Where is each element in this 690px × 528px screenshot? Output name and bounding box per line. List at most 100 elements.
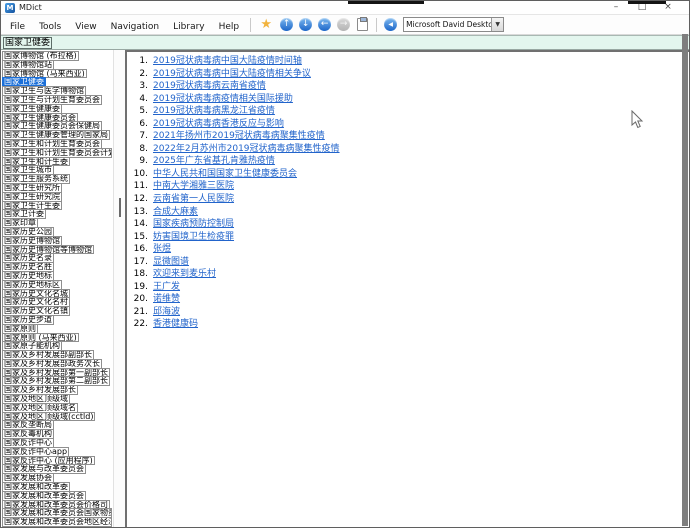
headword-item[interactable]: 国家及地区顶级域名 [2,403,78,413]
result-link[interactable]: 2019冠状病毒病中国大陆疫情时间轴 [153,55,302,68]
headword-item[interactable]: 国家反诈中心app [2,447,69,457]
result-link[interactable]: 王广发 [153,281,180,294]
headword-item[interactable]: 国家历史博物馆等博物馆 [2,245,94,255]
headword-item[interactable]: 国家卫生与计划生育委员会 [2,95,102,105]
body: 国家博物馆 (布拉格)国家博物馆站国家博物馆 (马来西亚)国家卫健委国家卫生与医… [1,50,689,527]
result-link[interactable]: 2019冠状病毒病黑龙江省疫情 [153,105,275,118]
headword-item[interactable]: 国家反诈中心 (应用程序) [2,456,95,466]
headword-item[interactable]: 国家博物馆 (布拉格) [2,51,79,61]
headword-item[interactable]: 国家历史文化名村 [2,297,70,307]
toolbar-separator [250,18,251,32]
headword-item[interactable]: 国家历史博物馆 [2,236,62,246]
headword-item[interactable]: 国家原则 (马来西亚) [2,333,79,343]
result-link[interactable]: 欢迎来到麦乐村 [153,268,216,281]
headword-item[interactable]: 国家及乡村发展部长 [2,385,78,395]
headword-item[interactable]: 国家及乡村发展部第一副部长 [2,368,110,378]
result-link[interactable]: 2021年扬州市2019冠状病毒病聚集性疫情 [153,130,325,143]
headword-item[interactable]: 国家卫生与医学博物馆 [2,86,86,96]
headword-item[interactable]: 国家及乡村发展部第二副部长 [2,376,110,386]
headword-item[interactable]: 国家卫生和计划生育委员会 [2,139,102,149]
headword-item[interactable]: 国家发展和改革委员会经济与国防 [2,526,112,527]
menu-view[interactable]: View [68,22,103,32]
headword-item[interactable]: 国家原则 [2,324,38,334]
nav-forward-icon[interactable]: → [337,18,350,31]
headword-item[interactable]: 国家卫生和计生委 [2,157,70,167]
result-link[interactable]: 邱海波 [153,306,180,319]
result-link[interactable]: 显微图谱 [153,256,189,269]
favorites-star-icon[interactable]: ★ [258,18,274,32]
result-link[interactable]: 中南大学湘雅三医院 [153,180,234,193]
chevron-down-icon[interactable]: ▼ [491,18,503,31]
search-input[interactable]: 国家卫健委 [3,37,52,49]
result-link[interactable]: 2019冠状病毒病中国大陆疫情相关争议 [153,68,311,81]
headword-item[interactable]: 国家历史地标区 [2,280,62,290]
headword-item[interactable]: 国家卫生健康委 [2,104,62,114]
headword-item[interactable]: 国家发展和改革委员会 [2,491,86,501]
headword-item[interactable]: 国家发展与改革委员会 [2,464,86,474]
headword-item[interactable]: 国家卫生城市 [2,165,54,175]
speaker-icon[interactable]: ◀ [384,18,397,31]
menu-file[interactable]: File [3,22,32,32]
result-link[interactable]: 2025年广东省基孔肯雅热疫情 [153,155,275,168]
headword-item[interactable]: 国家历史文化名镇 [2,306,70,316]
headword-item[interactable]: 国家反诈中心 [2,438,54,448]
headword-item[interactable]: 国家博物馆站 [2,60,54,70]
headword-item[interactable]: 国家历史文化名城 [2,289,70,299]
result-link[interactable]: 2019冠状病毒病云南省疫情 [153,80,266,93]
headword-item[interactable]: 国家发展和改革委员会地区经济 [2,517,112,527]
headword-item[interactable]: 国家反毒机构 [2,429,54,439]
headword-item[interactable]: 国家发展和改革委员会价格司 [2,500,110,510]
result-link[interactable]: 国家疾病预防控制局 [153,218,234,231]
menu-navigation[interactable]: Navigation [104,22,167,32]
result-link[interactable]: 2022年2月苏州市2019冠状病毒病聚集性疫情 [153,143,340,156]
headword-item[interactable]: 国家反垄断局 [2,420,54,430]
headword-item[interactable]: 国家卫生健康委员会 [2,113,78,123]
headword-item[interactable]: 国家及地区顶级域 [2,394,70,404]
headword-item[interactable]: 国家博物馆 (马来西亚) [2,69,87,79]
headword-item[interactable]: 国家印章 [2,218,38,228]
tts-voice-select[interactable]: Microsoft David Desktop - Engli ▼ [403,17,504,32]
result-link[interactable]: 2019冠状病毒病疫情相关国际援助 [153,93,293,106]
headword-item[interactable]: 国家发展和改革委员会国家物资储 [2,508,112,518]
headword-item[interactable]: 国家及地区顶级域(cctld) [2,412,95,422]
headword-item[interactable]: 国家卫生研究院 [2,192,62,202]
result-link[interactable]: 诺维赞 [153,293,180,306]
headword-item[interactable]: 国家发展和改革委 [2,482,70,492]
headword-list-scrollbar[interactable] [113,50,125,527]
headword-item[interactable]: 国家历史名胜 [2,262,54,272]
result-link[interactable]: 妨害国境卫生检疫罪 [153,231,234,244]
headword-item[interactable]: 国家历史公园 [2,227,54,237]
headword-item[interactable]: 国家原子能机构 [2,341,62,351]
scrollbar-thumb[interactable] [119,198,121,217]
nav-up-icon[interactable]: ↑ [280,18,293,31]
headword-item[interactable]: 国家及乡村发展部政务次长 [2,359,102,369]
headword-item[interactable]: 国家历史名录 [2,253,54,263]
headword-item[interactable]: 国家及乡村发展部副部长 [2,350,94,360]
headword-item[interactable]: 国家历史步道 [2,315,54,325]
minimize-button[interactable]: – [603,1,629,14]
nav-back-icon[interactable]: ← [318,18,331,31]
menu-tools[interactable]: Tools [32,22,68,32]
result-row: 22.香港健康码 [127,318,689,331]
headword-item[interactable]: 国家历史地标 [2,271,54,281]
result-link[interactable]: 合成大麻素 [153,206,198,219]
result-link[interactable]: 张煜 [153,243,171,256]
result-link[interactable]: 香港健康码 [153,318,198,331]
headword-item-selected[interactable]: 国家卫健委 [2,77,46,87]
headword-item[interactable]: 国家卫生健康委管理的国家局 [2,130,110,140]
headword-item[interactable]: 国家卫生服务系统 [2,174,70,184]
search-bar[interactable]: 国家卫健委 [1,35,689,50]
headword-item[interactable]: 国家卫生健康委员会保健局 [2,121,102,131]
result-link[interactable]: 云南省第一人民医院 [153,193,234,206]
headword-item[interactable]: 国家卫生研究所 [2,183,62,193]
result-link[interactable]: 中华人民共和国国家卫生健康委员会 [153,168,297,181]
headword-item[interactable]: 国家卫生和计划生育委员会计划生 [2,148,112,158]
headword-item[interactable]: 国家卫生计生委 [2,201,62,211]
menu-library[interactable]: Library [166,22,211,32]
nav-down-icon[interactable]: ↓ [299,18,312,31]
menu-help[interactable]: Help [212,22,247,32]
headword-item[interactable]: 国家卫计委 [2,209,46,219]
paste-icon[interactable] [357,18,368,31]
headword-item[interactable]: 国家发展协会 [2,473,54,483]
result-link[interactable]: 2019冠状病毒病香港反应与影响 [153,118,284,131]
